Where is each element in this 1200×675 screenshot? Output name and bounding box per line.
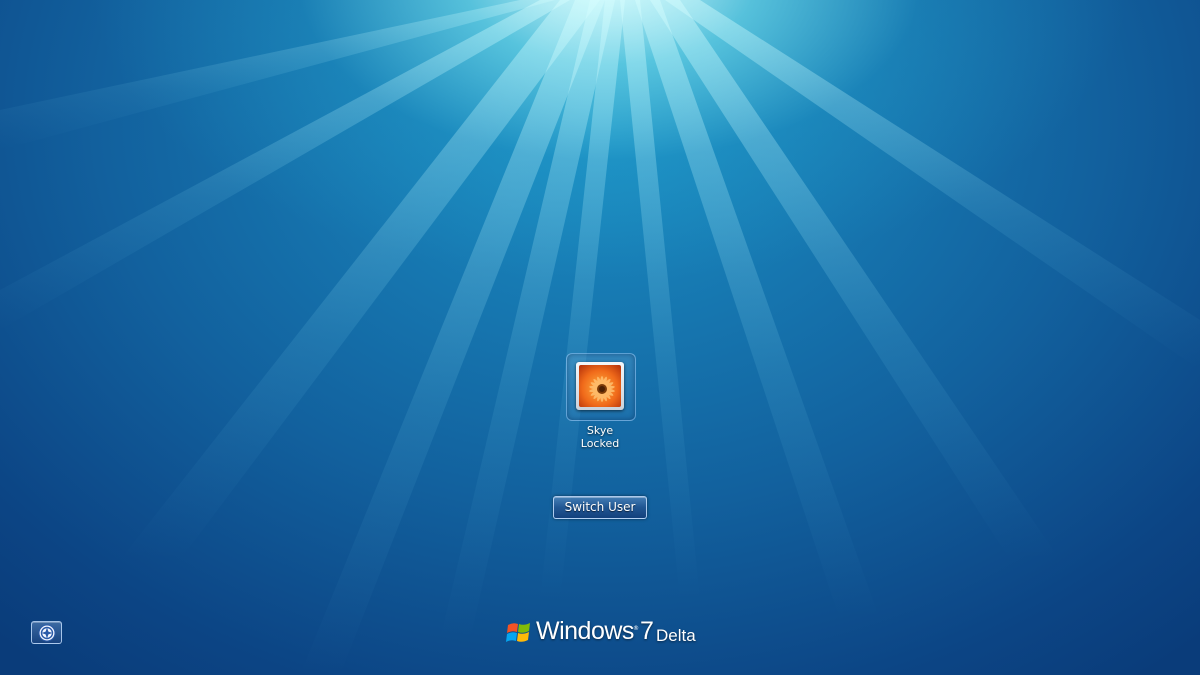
user-status: Locked	[580, 437, 620, 450]
brand-version: 7	[640, 617, 654, 645]
lock-screen: Skye Locked Switch User Windows ® 7 Delt…	[0, 0, 1200, 675]
flower-avatar-icon	[579, 365, 621, 407]
windows-branding: Windows ® 7 Delta	[506, 617, 706, 651]
brand-trademark: ®	[633, 625, 639, 632]
brand-windows-text: Windows	[536, 617, 634, 645]
user-tile[interactable]	[566, 353, 636, 421]
brand-edition: Delta	[656, 626, 696, 645]
windows-flag-icon	[506, 623, 530, 642]
user-name: Skye	[586, 424, 614, 437]
switch-user-button[interactable]: Switch User	[553, 496, 647, 519]
light-rays-background	[0, 0, 1200, 675]
ease-of-access-icon	[38, 624, 56, 642]
ease-of-access-button[interactable]	[31, 621, 62, 644]
avatar-frame	[576, 362, 624, 410]
